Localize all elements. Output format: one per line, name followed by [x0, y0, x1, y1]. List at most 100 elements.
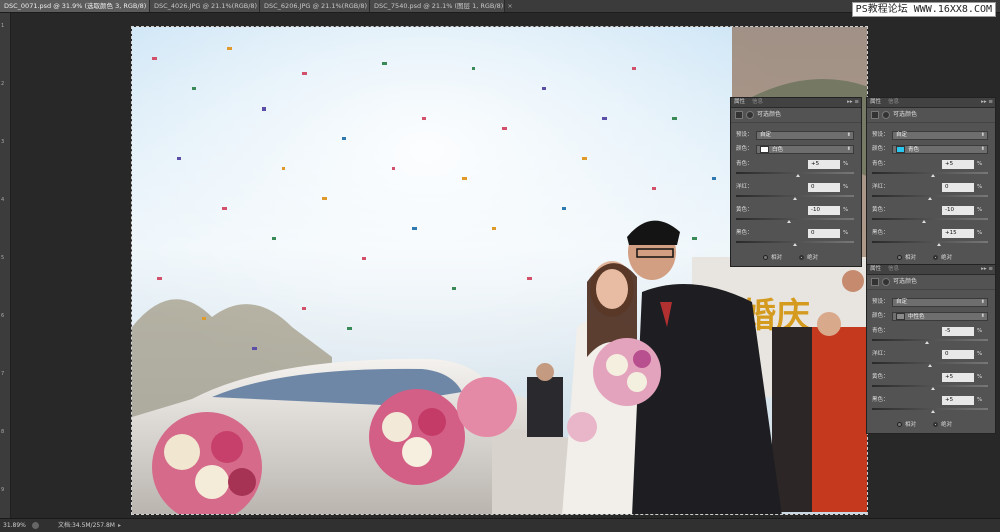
tab-label: DSC_0071.psd @ 31.9% (选取颜色 3, RGB/8): [4, 2, 147, 10]
colors-label: 颜色：: [872, 146, 889, 152]
tab-properties[interactable]: 属性: [867, 265, 884, 274]
ruler-mark: 3: [1, 139, 5, 145]
black-slider-thumb[interactable]: [930, 410, 935, 413]
ruler-mark: 1: [1, 23, 5, 29]
preset-value: 自定: [760, 132, 772, 138]
yellow-slider-thumb[interactable]: [930, 387, 935, 390]
ruler-mark: 4: [1, 197, 5, 203]
vertical-ruler[interactable]: 1 2 3 4 5 6 7 8 9: [0, 13, 11, 518]
cyan-slider-thumb[interactable]: [930, 174, 935, 177]
black-label: 黑色：: [736, 230, 753, 236]
cyan-slider-track[interactable]: [872, 339, 988, 341]
mask-icon[interactable]: [882, 278, 890, 286]
preset-value: 自定: [896, 299, 908, 305]
preset-label: 预设：: [736, 132, 753, 138]
yellow-value[interactable]: -10: [942, 206, 974, 215]
ruler-mark: 6: [1, 313, 5, 319]
preset-dropdown[interactable]: 自定 ⬍: [892, 298, 988, 307]
black-value[interactable]: +5: [942, 396, 974, 405]
tab-properties[interactable]: 属性: [867, 98, 884, 107]
tab-info[interactable]: 信息: [885, 98, 902, 107]
black-label: 黑色：: [872, 397, 889, 403]
color-swatch: [896, 146, 905, 153]
tab-label: DSC_7540.psd @ 21.1% (图层 1, RGB/8): [374, 2, 504, 10]
panel-title-bar: 可选颜色: [867, 108, 995, 123]
tab-dsc-6206[interactable]: DSC_6206.JPG @ 21.1%(RGB/8)×: [260, 0, 377, 12]
panel-menu-icon[interactable]: ▸▸ ≡: [847, 98, 859, 107]
tab-dsc-4026[interactable]: DSC_4026.JPG @ 21.1%(RGB/8)×: [150, 0, 267, 12]
magenta-slider-thumb[interactable]: [793, 197, 797, 200]
magenta-slider-thumb[interactable]: [928, 364, 932, 367]
chevron-down-icon: ⬍: [980, 132, 985, 138]
tab-dsc-7540[interactable]: DSC_7540.psd @ 21.1% (图层 1, RGB/8) ×: [370, 0, 513, 12]
black-slider-thumb[interactable]: [793, 243, 797, 246]
status-menu-arrow-icon[interactable]: ▸: [118, 519, 121, 532]
panel-menu-icon[interactable]: ▸▸ ≡: [981, 265, 993, 274]
colors-label: 颜色：: [736, 146, 753, 152]
colors-dropdown[interactable]: 白色 ⬍: [756, 145, 854, 154]
cyan-value[interactable]: +5: [808, 160, 840, 169]
radio-relative[interactable]: 相对: [897, 254, 916, 263]
preset-dropdown[interactable]: 自定 ⬍: [756, 131, 854, 140]
colors-dropdown[interactable]: 青色 ⬍: [892, 145, 988, 154]
tab-info[interactable]: 信息: [749, 98, 766, 107]
radio-circle-icon: [897, 422, 902, 427]
colors-label: 颜色：: [872, 313, 889, 319]
panel-tab-bar: 属性 信息 ▸▸ ≡: [867, 265, 995, 275]
radio-absolute[interactable]: 绝对: [799, 254, 818, 263]
panel-tab-bar: 属性 信息 ▸▸ ≡: [731, 98, 861, 108]
yellow-slider-track[interactable]: [872, 218, 988, 220]
radio-absolute[interactable]: 绝对: [933, 254, 952, 263]
tab-properties[interactable]: 属性: [731, 98, 748, 107]
properties-panel-2: 属性 信息 ▸▸ ≡ 可选颜色 预设： 自定 ⬍ 颜色： 青色 ⬍ 青色： +5 %…: [866, 97, 996, 267]
ruler-mark: 9: [1, 487, 5, 493]
mask-icon[interactable]: [882, 111, 890, 119]
percent-sign: %: [843, 161, 849, 167]
panel-title: 可选颜色: [893, 278, 918, 285]
magenta-value[interactable]: 0: [942, 350, 974, 359]
panel-tab-bar: 属性 信息 ▸▸ ≡: [867, 98, 995, 108]
preset-label: 预设：: [872, 132, 889, 138]
colors-dropdown[interactable]: 中性色 ⬍: [892, 312, 988, 321]
ruler-mark: 5: [1, 255, 5, 261]
preset-dropdown[interactable]: 自定 ⬍: [892, 131, 988, 140]
radio-circle-icon: [897, 255, 902, 260]
magenta-value[interactable]: 0: [808, 183, 840, 192]
magenta-value[interactable]: 0: [942, 183, 974, 192]
yellow-label: 黄色：: [872, 207, 889, 213]
yellow-slider-track[interactable]: [736, 218, 854, 220]
percent-sign: %: [843, 207, 849, 213]
chevron-down-icon: ⬍: [980, 146, 985, 152]
black-value[interactable]: 0: [808, 229, 840, 238]
properties-panel-1: 属性 信息 ▸▸ ≡ 可选颜色 预设： 自定 ⬍ 颜色： 白色 ⬍ 青色： +5 %…: [730, 97, 862, 267]
cyan-value[interactable]: -5: [942, 327, 974, 336]
yellow-value[interactable]: +5: [942, 373, 974, 382]
magenta-slider-thumb[interactable]: [928, 197, 932, 200]
yellow-slider-thumb[interactable]: [787, 220, 792, 223]
black-slider-thumb[interactable]: [936, 243, 941, 246]
cyan-label: 青色：: [872, 161, 889, 167]
close-icon[interactable]: ×: [507, 2, 512, 10]
yellow-value[interactable]: -10: [808, 206, 840, 215]
adjustment-icon: [735, 111, 743, 119]
radio-circle-icon: [933, 255, 938, 260]
radio-relative[interactable]: 相对: [897, 421, 916, 430]
zoom-level[interactable]: 31.89%: [3, 519, 26, 532]
black-value[interactable]: +15: [942, 229, 974, 238]
tab-dsc-0071[interactable]: DSC_0071.psd @ 31.9% (选取颜色 3, RGB/8)×: [0, 0, 156, 12]
percent-sign: %: [977, 161, 983, 167]
color-swatch: [760, 146, 769, 153]
tab-info[interactable]: 信息: [885, 265, 902, 274]
info-icon[interactable]: [32, 522, 39, 529]
black-slider-track[interactable]: [872, 241, 988, 243]
cyan-slider-thumb[interactable]: [925, 341, 930, 344]
panel-menu-icon[interactable]: ▸▸ ≡: [981, 98, 993, 107]
percent-sign: %: [977, 351, 983, 357]
radio-absolute[interactable]: 绝对: [933, 421, 952, 430]
cyan-value[interactable]: +5: [942, 160, 974, 169]
radio-relative[interactable]: 相对: [763, 254, 782, 263]
yellow-slider-thumb[interactable]: [922, 220, 927, 223]
mask-icon[interactable]: [746, 111, 754, 119]
tab-label: DSC_4026.JPG @ 21.1%(RGB/8): [154, 2, 258, 10]
cyan-slider-thumb[interactable]: [795, 174, 800, 177]
